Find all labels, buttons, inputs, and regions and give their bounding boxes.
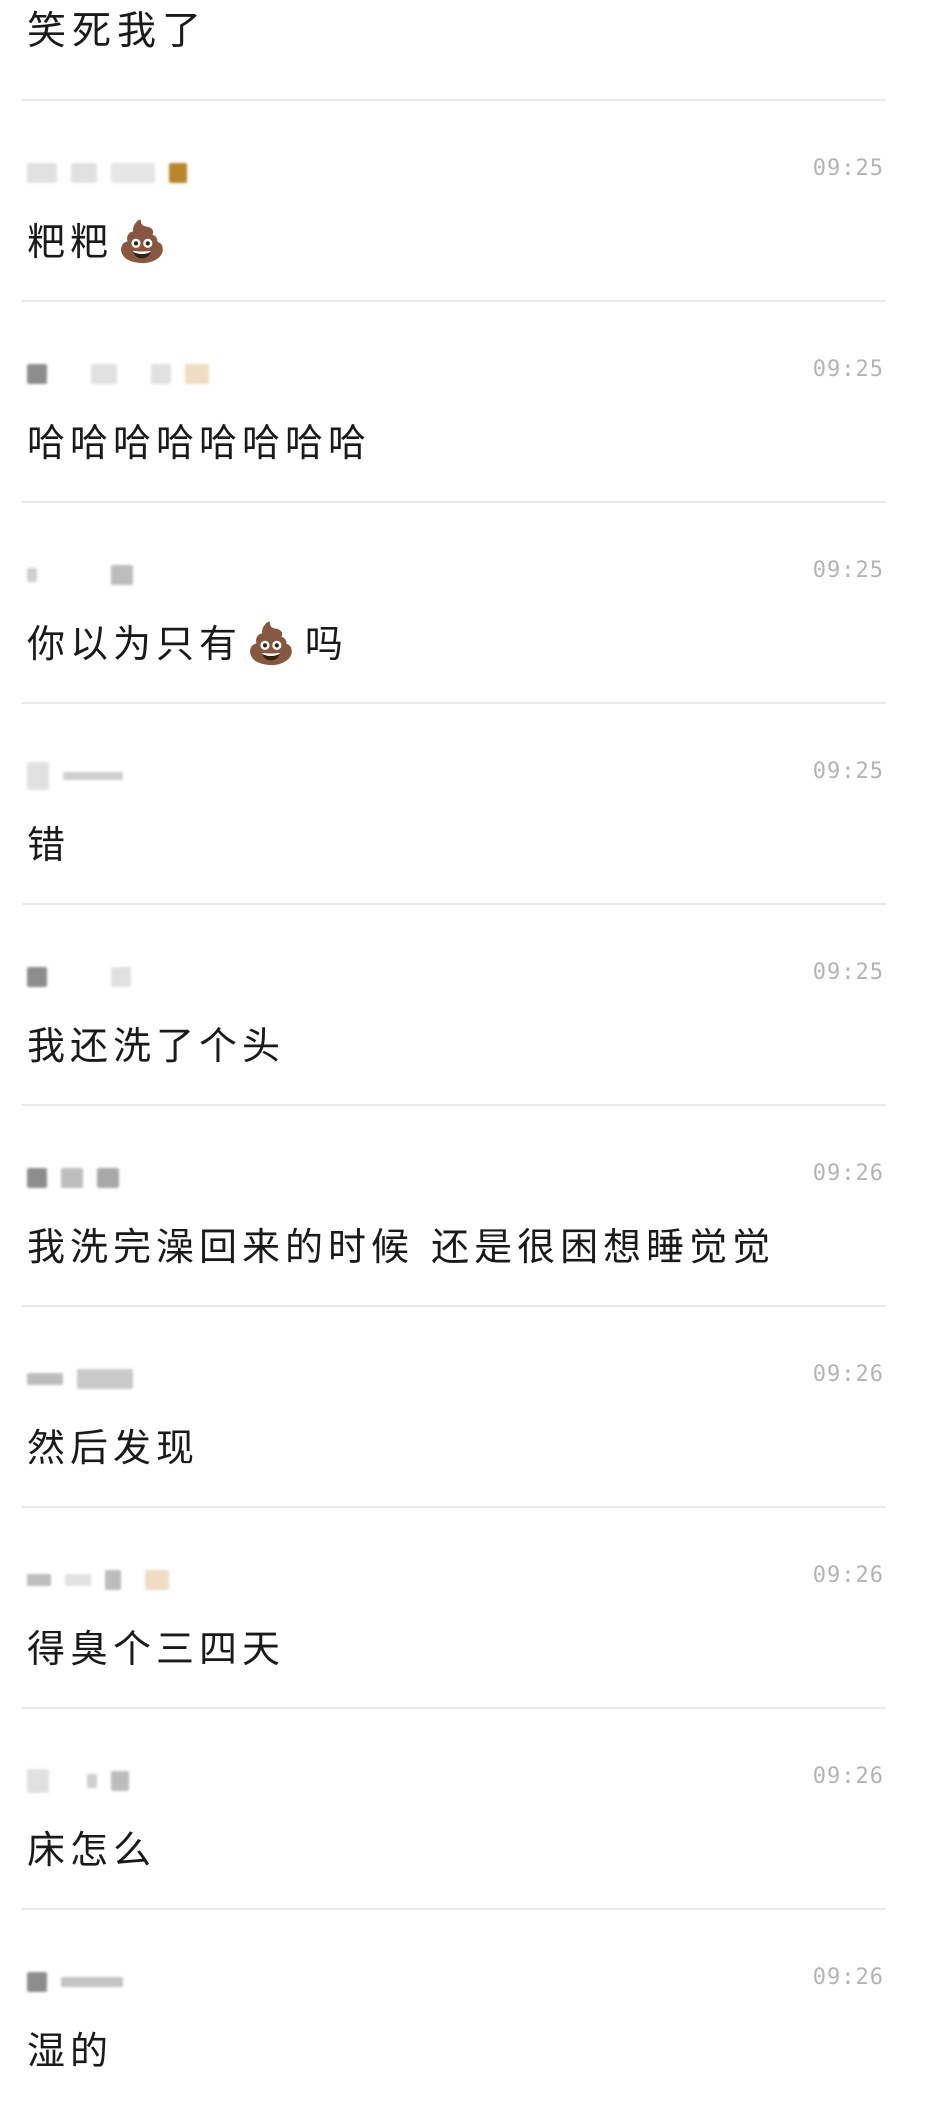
redacted-block [169, 163, 187, 183]
redacted-block [27, 967, 47, 987]
message-time: 09:26 [812, 1563, 884, 1588]
message-time: 09:25 [812, 960, 884, 985]
sender-name-redacted [27, 966, 257, 988]
message-item[interactable]: 09:26 湿的 [0, 1909, 932, 2109]
message-text-part: 我还洗了个头 [27, 1024, 286, 1068]
message-text: 床怎么 [27, 1822, 156, 1878]
message-text: 得臭个三四天 [27, 1621, 285, 1677]
redacted-block [111, 163, 155, 183]
redacted-block [27, 364, 47, 384]
message-text-part: 粑粑 [27, 220, 114, 264]
sender-name-redacted [27, 1769, 257, 1793]
message-text: 然后发现 [27, 1420, 199, 1476]
message-item[interactable]: 09:26 床怎么 [0, 1708, 932, 1908]
message-text: 你以为只有 💩 吗 [27, 616, 348, 672]
redacted-block [27, 762, 49, 790]
message-text: 哈哈哈哈哈哈哈哈 [27, 415, 371, 471]
message-time: 09:25 [812, 156, 884, 181]
message-text-part: 我洗完澡回来的时候 还是很困想睡觉觉 [27, 1225, 776, 1269]
redacted-block [61, 1168, 83, 1188]
redacted-block [77, 1369, 133, 1389]
redacted-block [27, 1574, 51, 1586]
message-text: 我洗完澡回来的时候 还是很困想睡觉觉 [27, 1219, 775, 1275]
message-text-part: 你以为只有 [27, 622, 243, 666]
redacted-block [65, 1574, 91, 1586]
message-item[interactable]: 09:26 然后发现 [0, 1306, 932, 1506]
sender-name-redacted [27, 1971, 257, 1993]
redacted-block [105, 1570, 121, 1590]
sender-name-redacted [27, 1368, 257, 1390]
sender-name-redacted [27, 162, 257, 184]
redacted-block [27, 1373, 63, 1385]
redacted-block [87, 1774, 97, 1788]
message-time: 09:25 [812, 357, 884, 382]
message-time: 09:26 [812, 1362, 884, 1387]
message-item[interactable]: 09:26 我洗完澡回来的时候 还是很困想睡觉觉 [0, 1105, 932, 1305]
redacted-block [27, 163, 57, 183]
redacted-block [145, 1570, 169, 1590]
sender-name-redacted [27, 762, 257, 790]
message-text: 我还洗了个头 [27, 1018, 285, 1074]
redacted-block [111, 1771, 129, 1791]
redacted-block [27, 1769, 49, 1793]
message-text-part: 得臭个三四天 [27, 1627, 286, 1671]
message-item[interactable]: 09:25 我还洗了个头 [0, 904, 932, 1104]
sender-name-redacted [27, 1569, 257, 1591]
message-time: 09:25 [812, 759, 884, 784]
message-time: 09:26 [812, 1764, 884, 1789]
message-text: 粑粑 💩 [27, 214, 176, 270]
sender-name-redacted [27, 564, 257, 586]
redacted-block [97, 1168, 119, 1188]
message-text-part: 错 [27, 823, 71, 867]
message-item[interactable]: 09:25 错 [0, 703, 932, 903]
redacted-block [91, 364, 117, 384]
message-time: 09:26 [812, 1161, 884, 1186]
message-text-part: 然后发现 [27, 1426, 200, 1470]
pile-of-poo-icon: 💩 [117, 219, 172, 265]
message-time: 09:25 [812, 558, 884, 583]
redacted-block [27, 1972, 47, 1992]
message-item[interactable]: 09:26 得臭个三四天 [0, 1507, 932, 1707]
message-text: 错 [27, 817, 70, 873]
redacted-block [27, 1168, 47, 1188]
pile-of-poo-icon: 💩 [246, 621, 301, 667]
message-text: 湿的 [27, 2023, 113, 2079]
redacted-block [71, 163, 97, 183]
chat-history-page: 笑死我了 09:25 粑粑 💩 09:25 哈哈哈哈哈哈哈哈 09:25 你以为… [0, 0, 932, 2105]
message-item[interactable]: 09:25 你以为只有 💩 吗 [0, 502, 932, 702]
message-item[interactable]: 09:25 粑粑 💩 [0, 100, 932, 300]
sender-name-redacted [27, 1167, 257, 1189]
redacted-block [185, 364, 209, 384]
message-item[interactable]: 09:25 哈哈哈哈哈哈哈哈 [0, 301, 932, 501]
redacted-block [63, 772, 123, 780]
message-text: 笑死我了 [27, 8, 208, 54]
message-text-part: 床怎么 [27, 1828, 157, 1872]
sender-name-redacted [27, 363, 257, 385]
message-text-part: 哈哈哈哈哈哈哈哈 [27, 421, 372, 465]
message-text-part: 吗 [304, 622, 348, 666]
redacted-block [27, 568, 37, 582]
redacted-block [151, 364, 171, 384]
redacted-block [111, 967, 131, 987]
redacted-block [111, 565, 133, 585]
message-time: 09:26 [812, 1965, 884, 1990]
message-text-part: 湿的 [27, 2029, 114, 2073]
redacted-block [61, 1977, 123, 1987]
